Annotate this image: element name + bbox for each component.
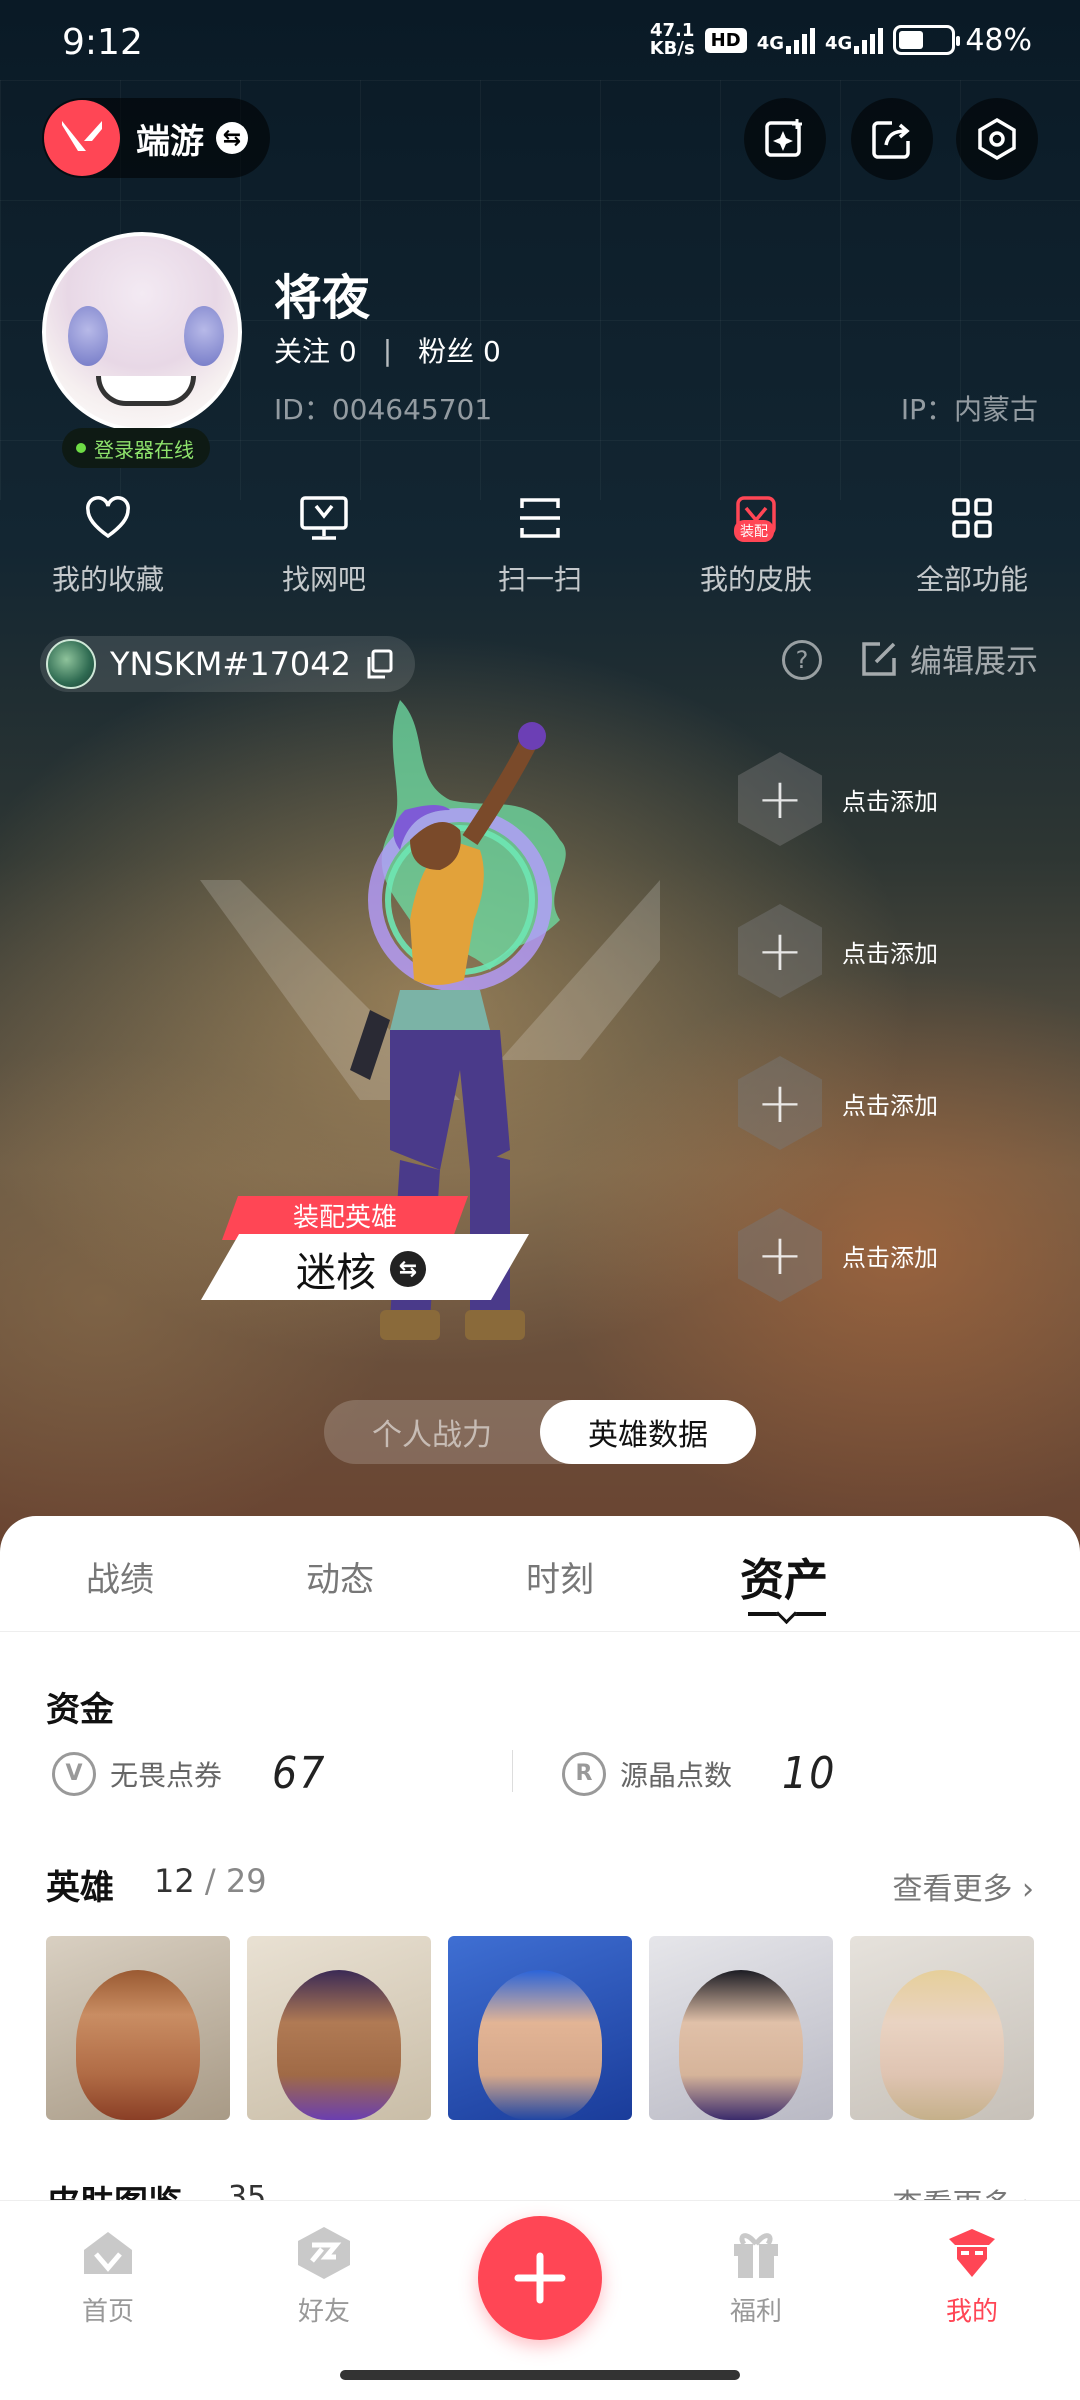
following-count[interactable]: 关注 0 — [274, 330, 357, 370]
agent-name: 迷核 — [296, 1250, 376, 1296]
help-icon[interactable]: ? — [782, 640, 822, 680]
swap-icon: ⇆ — [216, 122, 248, 154]
edit-display-button[interactable]: 编辑展示 — [860, 636, 1038, 682]
game-switch-button[interactable]: 端游 ⇆ — [42, 98, 270, 178]
valorant-logo-icon — [44, 100, 120, 176]
hero-thumb-4[interactable] — [649, 1936, 833, 2120]
follow-divider: | — [382, 333, 393, 367]
grid-icon — [944, 490, 1000, 546]
tab-match-history[interactable]: 战绩 — [86, 1552, 154, 1601]
hero-thumb-5[interactable] — [850, 1936, 1034, 2120]
avatar[interactable] — [42, 232, 242, 432]
nav-me[interactable]: 我的 — [902, 2223, 1042, 2328]
settings-icon — [978, 117, 1016, 161]
quick-actions: 我的收藏 找网吧 扫一扫 装配 我的皮肤 全部功能 — [0, 490, 1080, 610]
signal-icon-1: 4G — [757, 26, 815, 54]
copy-icon — [367, 649, 393, 679]
tab-moments[interactable]: 时刻 — [526, 1552, 594, 1601]
settings-button[interactable] — [956, 98, 1038, 180]
quick-action-all-features[interactable]: 全部功能 — [864, 490, 1080, 610]
fund-radianite[interactable]: R 源晶点数 10 — [562, 1748, 836, 1799]
status-indicators: 47.1 KB/s HD 4G 4G 48% — [650, 22, 1032, 58]
gift-icon — [726, 2223, 786, 2283]
scan-icon — [512, 490, 568, 546]
fund-vp[interactable]: V 无畏点券 67 — [52, 1748, 326, 1799]
follow-stats: 关注 0 | 粉丝 0 — [274, 330, 501, 370]
hero-thumb-2[interactable] — [247, 1936, 431, 2120]
skin-equipped-tag: 装配 — [734, 520, 774, 542]
battery-icon — [893, 25, 961, 55]
segment-personal-power[interactable]: 个人战力 — [324, 1400, 540, 1464]
riot-id-text: YNSKM#17042 — [110, 645, 351, 683]
online-dot-icon — [76, 443, 86, 453]
tab-indicator — [748, 1612, 826, 1616]
user-id: ID：004645701 — [274, 393, 493, 426]
funds-divider — [512, 1750, 513, 1792]
chevron-right-icon: › — [1022, 1872, 1034, 1907]
share-button[interactable] — [851, 98, 933, 180]
plus-icon: + — [738, 752, 822, 846]
content-tabs: 战绩 动态 时刻 资产 — [0, 1516, 1080, 1632]
online-status-badge: 登录器在线 — [62, 428, 210, 468]
edit-icon — [862, 642, 896, 676]
plus-icon: + — [738, 904, 822, 998]
tab-assets[interactable]: 资产 — [740, 1544, 828, 1608]
nav-home[interactable]: 首页 — [38, 2223, 178, 2328]
agent-profile-icon — [942, 2223, 1002, 2283]
status-bar: 9:12 47.1 KB/s HD 4G 4G 48% — [0, 0, 1080, 90]
home-indicator — [340, 2370, 740, 2380]
radianite-currency-icon: R — [562, 1751, 606, 1796]
add-slot-3[interactable]: + 点击添加 — [738, 1056, 938, 1150]
gallery-button[interactable] — [744, 98, 826, 180]
skin-icon: 装配 — [728, 490, 784, 546]
nickname: 将夜 — [274, 270, 371, 326]
riot-id-chip[interactable]: YNSKM#17042 — [40, 636, 415, 692]
segment-agent-data[interactable]: 英雄数据 — [540, 1400, 756, 1464]
quick-action-favorites[interactable]: 我的收藏 — [0, 490, 216, 610]
home-icon — [78, 2223, 138, 2283]
heroes-count: 12 / 29 — [154, 1862, 267, 1900]
game-name: 端游 — [136, 121, 204, 162]
nav-rewards[interactable]: 福利 — [686, 2223, 826, 2328]
swap-icon: ⇆ — [390, 1251, 426, 1287]
heroes-more-link[interactable]: 查看更多 › — [892, 1864, 1034, 1908]
followers-count[interactable]: 粉丝 0 — [418, 330, 501, 370]
heart-icon — [80, 490, 136, 546]
tab-activity[interactable]: 动态 — [306, 1552, 374, 1601]
status-time: 9:12 — [62, 22, 143, 63]
quick-action-scan[interactable]: 扫一扫 — [432, 490, 648, 610]
quick-action-my-skins[interactable]: 装配 我的皮肤 — [648, 490, 864, 610]
monitor-icon — [296, 490, 352, 546]
plus-icon: + — [738, 1056, 822, 1150]
signal-icon-2: 4G — [825, 26, 884, 54]
gallery-icon — [765, 119, 802, 157]
heroes-title: 英雄 — [46, 1868, 114, 1908]
hd-voice-icon: HD — [704, 27, 747, 53]
vp-currency-icon: V — [52, 1751, 96, 1796]
network-speed: 47.1 KB/s — [649, 20, 695, 59]
add-slot-2[interactable]: + 点击添加 — [738, 904, 938, 998]
battery-percent: 48% — [965, 22, 1032, 58]
plus-icon: + — [738, 1208, 822, 1302]
share-icon — [872, 121, 910, 159]
quick-action-find-cafe[interactable]: 找网吧 — [216, 490, 432, 610]
ip-location: IP：内蒙古 — [900, 393, 1038, 426]
nav-friends[interactable]: 好友 — [254, 2223, 394, 2328]
hero-thumb-1[interactable] — [46, 1936, 230, 2120]
add-slot-1[interactable]: + 点击添加 — [738, 752, 938, 846]
player-card-avatar — [46, 639, 96, 689]
agent-switch-button[interactable]: 迷核 ⇆ — [296, 1240, 426, 1298]
create-post-button[interactable] — [478, 2216, 602, 2340]
funds-title: 资金 — [46, 1690, 114, 1730]
hero-thumb-3[interactable] — [448, 1936, 632, 2120]
plus-icon — [514, 2252, 566, 2304]
data-segment-toggle: 个人战力 英雄数据 — [324, 1400, 756, 1464]
friends-icon — [294, 2223, 354, 2283]
add-slot-4[interactable]: + 点击添加 — [738, 1208, 938, 1302]
